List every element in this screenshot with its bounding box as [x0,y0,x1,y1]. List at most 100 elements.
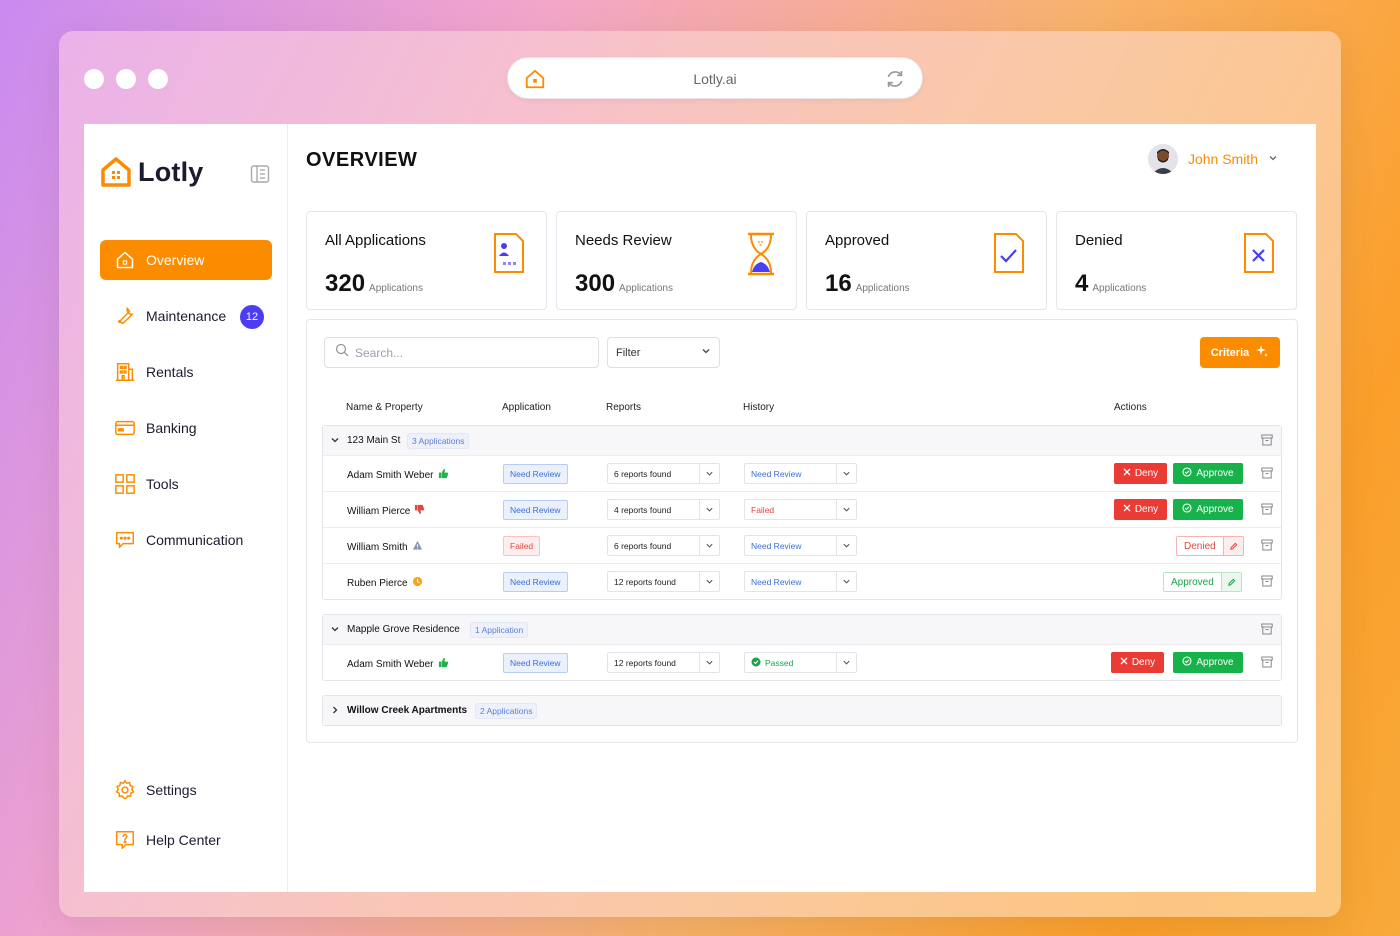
applicant-name[interactable]: Adam Smith Weber [347,657,449,671]
window-close-dot[interactable] [84,69,104,89]
chevron-down-icon [701,346,711,359]
archive-icon[interactable] [1261,623,1273,638]
help-icon [114,829,136,851]
main-content: OVERVIEW John Smith All Applications 320… [288,124,1316,892]
approve-button[interactable]: Approve [1173,652,1243,673]
property-group-123-main-st: 123 Main St 3 Applications Adam Smith We… [322,425,1282,600]
user-menu[interactable]: John Smith [1147,144,1278,174]
sidebar-item-help-center[interactable]: Help Center [100,820,272,860]
group-name: 123 Main St [347,435,401,446]
group-header[interactable]: Willow Creek Apartments 2 Applications [323,696,1281,725]
reports-select[interactable]: 12 reports found [607,652,720,673]
applicant-name[interactable]: Adam Smith Weber [347,468,449,482]
pencil-icon[interactable] [1220,573,1241,591]
archive-icon[interactable] [1261,539,1273,554]
deny-button[interactable]: Deny [1111,652,1164,673]
group-count-badge: 3 Applications [407,433,470,449]
approved-status-pill[interactable]: Approved [1163,572,1242,592]
close-icon [1123,468,1131,479]
address-bar[interactable]: Lotly.ai [507,57,923,99]
thumbs-down-icon [414,504,425,518]
stat-value: 4 Applications [1075,270,1147,297]
approve-button[interactable]: Approve [1173,499,1243,520]
sidebar-item-label: Tools [146,476,179,492]
column-header-actions: Actions [1114,402,1147,413]
stat-card-denied[interactable]: Denied 4 Applications [1056,211,1297,310]
sidebar-collapse-icon[interactable] [250,164,270,189]
building-icon [114,361,136,383]
sidebar-item-rentals[interactable]: Rentals [100,352,272,392]
avatar [1147,144,1178,174]
sidebar-item-overview[interactable]: Overview [100,240,272,280]
window-minimize-dot[interactable] [116,69,136,89]
reports-select[interactable]: 6 reports found [607,535,720,556]
sidebar-item-communication[interactable]: Communication [100,520,272,560]
search-box[interactable] [324,337,599,368]
applicant-name[interactable]: William Pierce [347,504,425,518]
table-row: Ruben Pierce Need Review 12 reports foun… [323,563,1281,599]
thumbs-up-icon [438,657,449,671]
home-icon [114,249,136,271]
table-row: William Pierce Need Review 4 reports fou… [323,491,1281,527]
group-header[interactable]: 123 Main St 3 Applications [323,426,1281,455]
close-icon [1123,504,1131,515]
sparkle-icon [1255,344,1269,361]
stat-value: 16 Applications [825,270,910,297]
table-row: Adam Smith Weber Need Review 12 reports … [323,644,1281,680]
window-maximize-dot[interactable] [148,69,168,89]
stat-value: 300 Applications [575,270,673,297]
stat-label: Approved [825,232,890,249]
sidebar-item-settings[interactable]: Settings [100,770,272,810]
history-select[interactable]: Failed [744,499,857,520]
reports-select[interactable]: 12 reports found [607,571,720,592]
search-icon [335,343,349,362]
chevron-down-icon [699,464,719,483]
column-header-history: History [743,402,775,413]
sidebar: Lotly Overview Maintenance 12 Rentals Ba… [84,124,288,892]
archive-icon[interactable] [1261,575,1273,590]
stat-card-needs-review[interactable]: Needs Review 300 Applications [556,211,797,310]
deny-button[interactable]: Deny [1114,499,1167,520]
criteria-button[interactable]: Criteria [1200,337,1280,368]
reports-select[interactable]: 4 reports found [607,499,720,520]
deny-button[interactable]: Deny [1114,463,1167,484]
sidebar-item-tools[interactable]: Tools [100,464,272,504]
group-header[interactable]: Mapple Grove Residence 1 Application [323,615,1281,644]
denied-status-pill[interactable]: Denied [1176,536,1244,556]
chevron-down-icon [699,500,719,519]
archive-icon[interactable] [1261,656,1273,671]
history-select[interactable]: Need Review [744,571,857,592]
applicant-name[interactable]: William Smith [347,540,423,554]
sidebar-item-banking[interactable]: Banking [100,408,272,448]
filter-select[interactable]: Filter [607,337,720,368]
chevron-down-icon[interactable] [330,624,340,637]
document-user-icon [492,232,526,279]
group-count-badge: 2 Applications [475,703,538,719]
stat-value: 320 Applications [325,270,423,297]
search-input[interactable] [355,345,585,360]
history-select[interactable]: Need Review [744,535,857,556]
stat-card-approved[interactable]: Approved 16 Applications [806,211,1047,310]
logo[interactable]: Lotly [100,156,204,188]
history-select[interactable]: Passed [744,652,857,673]
applications-panel: Filter Criteria Name & Property Applicat… [306,319,1298,743]
sidebar-item-maintenance[interactable]: Maintenance 12 [100,296,272,336]
table-row: William Smith Failed 6 reports found Nee… [323,527,1281,563]
pencil-icon[interactable] [1222,537,1243,555]
chevron-down-icon [836,653,856,672]
page-title: OVERVIEW [306,149,418,171]
reports-select[interactable]: 6 reports found [607,463,720,484]
chevron-right-icon[interactable] [330,705,340,718]
sidebar-item-label: Overview [146,252,205,268]
applicant-name[interactable]: Ruben Pierce [347,576,423,590]
archive-icon[interactable] [1261,503,1273,518]
group-name: Willow Creek Apartments [347,705,468,716]
approve-button[interactable]: Approve [1173,463,1243,484]
sidebar-item-label: Rentals [146,364,194,380]
chevron-down-icon[interactable] [330,435,340,448]
reload-icon[interactable] [884,68,906,95]
history-select[interactable]: Need Review [744,463,857,484]
archive-icon[interactable] [1261,434,1273,449]
stat-card-all-applications[interactable]: All Applications 320 Applications [306,211,547,310]
archive-icon[interactable] [1261,467,1273,482]
